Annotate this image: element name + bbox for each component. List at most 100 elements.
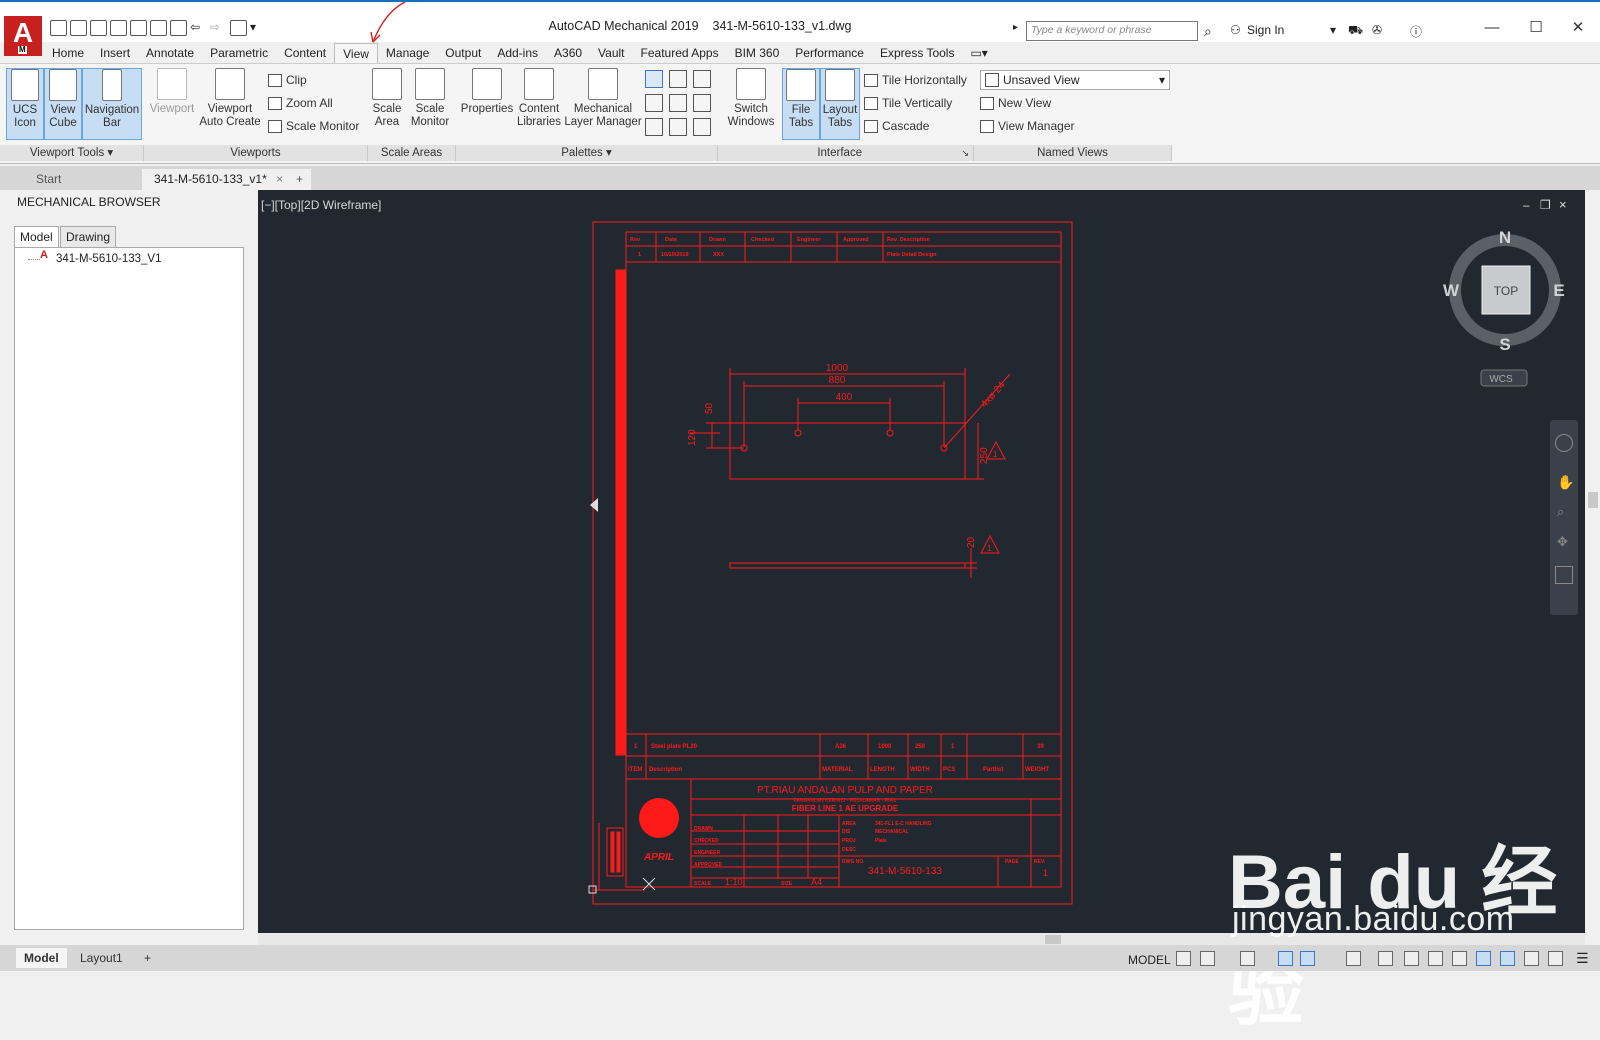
new-tab-button[interactable]: + [290,169,309,190]
settings-gear-icon[interactable] [1346,951,1361,966]
navigation-bar-button[interactable]: Navigation Bar [82,68,142,140]
tab-a360[interactable]: A360 [546,43,590,63]
tab-featured-apps[interactable]: Featured Apps [633,43,727,63]
tab-insert[interactable]: Insert [92,43,138,63]
layout-tabs-button[interactable]: Layout Tabs [820,68,860,140]
sign-in-dropdown-icon[interactable]: ▾ [1330,23,1336,37]
ribbon-options-icon[interactable]: ▭▾ [962,43,995,63]
tab-content[interactable]: Content [276,43,334,63]
design-center-icon[interactable] [645,94,663,112]
viewport-restore-button[interactable]: ❐ [1540,198,1551,212]
application-menu-button[interactable]: AM [4,16,42,56]
mechanical-layer-manager-button[interactable]: Mechanical Layer Manager [564,68,642,129]
named-view-select[interactable]: Unsaved View ▾ [980,70,1170,90]
close-button[interactable]: ✕ [1558,16,1598,40]
doc-tab-start[interactable]: Start [10,169,160,190]
showmotion-icon[interactable] [1555,566,1573,584]
vertical-scroll-thumb[interactable] [1588,492,1598,508]
close-tab-icon[interactable]: × [276,172,283,186]
browser-tab-drawing[interactable]: Drawing [60,226,117,248]
osnap-icon[interactable] [1300,951,1315,966]
grid-icon[interactable] [1176,951,1191,966]
interface-launcher-icon[interactable]: ↘ [961,145,969,161]
tab-annotate[interactable]: Annotate [138,43,202,63]
help-icon[interactable]: ⓘ [1410,23,1422,40]
layout-tab-layout1[interactable]: Layout1 [72,948,131,968]
properties-button[interactable]: Properties [459,68,515,116]
pan-icon[interactable]: ✋ [1557,474,1574,490]
clean-screen-icon[interactable] [1524,951,1539,966]
crosshair-icon[interactable] [1378,951,1393,966]
tile-vertically-button[interactable]: Tile Vertically [864,93,952,113]
external-references-icon[interactable] [645,118,663,136]
tab-vault[interactable]: Vault [590,43,632,63]
plot-icon[interactable] [170,20,187,36]
full-screen-icon[interactable] [1548,951,1563,966]
doc-tab-file[interactable]: 341-M-5610-133_v1* × [142,169,311,190]
viewport-auto-create-button[interactable]: Viewport Auto Create [198,68,262,129]
viewport-close-button[interactable]: × [1559,197,1567,212]
scale-area-button[interactable]: Scale Area [370,68,404,129]
tab-add-ins[interactable]: Add-ins [489,43,546,63]
undo-icon[interactable]: ⇦ [190,20,207,36]
cart-icon[interactable]: ⛟ [1348,23,1363,39]
polar-icon[interactable] [1278,951,1293,966]
layout-tab-model[interactable]: Model [16,948,67,968]
minimize-button[interactable]: — [1472,16,1512,40]
sign-in-button[interactable]: Sign In [1247,23,1284,37]
workspace-icon[interactable] [230,20,247,36]
isolate-objects-icon[interactable] [1476,951,1491,966]
tab-parametric[interactable]: Parametric [202,43,276,63]
tab-output[interactable]: Output [437,43,489,63]
steering-wheel-icon[interactable] [1555,434,1573,452]
save-as-icon[interactable] [110,20,127,36]
add-layout-button[interactable]: + [136,948,159,968]
model-space-toggle[interactable]: MODEL [1128,953,1171,967]
compass-north[interactable]: N [1499,228,1511,247]
tree-item-drawing[interactable]: 341-M-5610-133_V1 [56,253,162,265]
view-cube-button[interactable]: View Cube [44,68,82,140]
command-line-icon[interactable] [669,70,687,88]
blank-palette-icon[interactable] [693,118,711,136]
scale-monitor-button[interactable]: Scale Monitor [408,68,452,129]
open-sheet-icon[interactable] [130,20,147,36]
tab-bim-360[interactable]: BIM 360 [727,43,788,63]
open-file-icon[interactable] [70,20,87,36]
ucs-icon-button[interactable]: UCS Icon [6,68,44,140]
panel-title-palettes[interactable]: Palettes ▾ [456,145,718,161]
save-icon[interactable] [90,20,107,36]
viewport-controls-label[interactable]: [−][Top][2D Wireframe] [261,198,381,212]
maximize-button[interactable]: ☐ [1516,16,1556,40]
workspace-switch-icon[interactable] [1428,951,1443,966]
redo-icon[interactable]: ⇨ [210,20,227,36]
annotation-scale-icon[interactable] [1404,951,1419,966]
search-input[interactable]: Type a keyword or phrase [1026,21,1198,41]
viewport-button[interactable]: Viewport [148,68,196,116]
snap-icon[interactable] [1200,951,1215,966]
panel-title-interface[interactable]: Interface ↘ [718,145,974,161]
calculator-icon[interactable] [693,94,711,112]
clip-button[interactable]: Clip [268,70,307,90]
zoom-icon[interactable]: ⌕ [1557,504,1571,519]
tab-performance[interactable]: Performance [787,43,872,63]
viewport-minimize-button[interactable]: – [1523,198,1530,212]
tab-view[interactable]: View [334,43,378,64]
hardware-acceleration-icon[interactable] [1500,951,1515,966]
lock-ui-icon[interactable] [1452,951,1467,966]
export-icon[interactable] [150,20,167,36]
tab-manage[interactable]: Manage [378,43,437,63]
switch-windows-button[interactable]: Switch Windows [724,68,778,129]
new-view-button[interactable]: New View [980,93,1051,113]
markup-icon[interactable] [693,70,711,88]
customization-menu-icon[interactable]: ☰ [1576,950,1589,967]
file-tabs-button[interactable]: File Tabs [782,68,820,140]
new-file-icon[interactable] [50,20,67,36]
scale-monitor-small-button[interactable]: Scale Monitor [268,116,359,136]
ortho-icon[interactable] [1240,951,1255,966]
sheet-set-icon[interactable] [669,94,687,112]
tool-palettes-icon[interactable] [645,70,663,88]
tab-express-tools[interactable]: Express Tools [872,43,962,63]
autodesk-app-icon[interactable]: ✇ [1372,23,1382,37]
user-icon[interactable]: ⚇ [1230,23,1241,37]
viewcube[interactable]: TOP N S E W WCS [1435,226,1565,396]
